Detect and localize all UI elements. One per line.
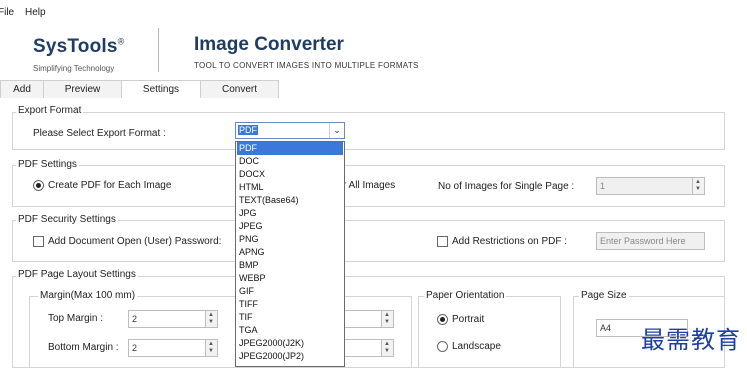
tab-add[interactable]: Add [0,80,44,98]
format-option[interactable]: TIF [237,311,343,324]
orientation-group [418,296,561,368]
open-password-label: Add Document Open (User) Password: [48,236,222,247]
portrait-label: Portrait [452,314,485,325]
format-option[interactable]: PNG [237,233,343,246]
header-divider [158,28,159,72]
format-option[interactable]: HTML [237,181,343,194]
format-option[interactable]: TEXT(Base64) [237,194,343,207]
format-option[interactable]: JPG [237,207,343,220]
app-header: SysTools® Simplifying Technology Image C… [0,24,747,76]
margin-group [29,296,412,368]
pdf-security-title: PDF Security Settings [16,214,118,225]
right-margin-stepper[interactable]: ▲ ▼ [381,310,394,328]
app-subtitle: TOOL TO CONVERT IMAGES INTO MULTIPLE FOR… [194,61,419,70]
export-format-title: Export Format [16,105,84,116]
chevron-down-icon[interactable]: ⌄ [329,123,344,138]
bottom-margin-label: Bottom Margin : [48,342,119,353]
bottom-margin-stepper[interactable]: ▲ ▼ [205,339,218,357]
tab-settings[interactable]: Settings [121,80,201,99]
export-format-select[interactable]: PDF ⌄ [235,122,345,139]
all-images-label: r All Images [343,180,396,191]
tab-bar: Add Preview Settings Convert [0,80,747,99]
pdf-settings-title: PDF Settings [16,159,79,170]
top-margin-input[interactable]: 2 [128,310,212,328]
format-option[interactable]: PDF [237,142,343,155]
brand-tagline: Simplifying Technology [33,64,115,73]
top-margin-label: Top Margin : [48,313,104,324]
format-option[interactable]: TIFF [237,298,343,311]
top-margin-stepper[interactable]: ▲ ▼ [205,310,218,328]
export-format-dropdown: PDF DOC DOCX HTML TEXT(Base64) JPG JPEG … [235,141,345,367]
format-option[interactable]: JPEG [237,220,343,233]
landscape-radio[interactable] [437,341,448,352]
orientation-title: Paper Orientation [424,290,507,301]
page-layout-title: PDF Page Layout Settings [16,269,138,280]
left-margin-stepper[interactable]: ▲ ▼ [381,339,394,357]
no-images-input[interactable]: 1 [596,177,705,195]
format-option[interactable]: WEBP [237,272,343,285]
create-each-label: Create PDF for Each Image [48,180,172,191]
open-password-checkbox[interactable] [33,236,44,247]
restrictions-label: Add Restrictions on PDF : [452,236,568,247]
app-title: Image Converter [194,34,344,56]
tab-convert[interactable]: Convert [200,80,279,98]
format-option[interactable]: JPEG2000(J2K) [237,337,343,350]
page-size-title: Page Size [579,290,629,301]
menu-help[interactable]: Help [25,7,46,18]
settings-panel: Export Format Please Select Export Forma… [0,98,747,368]
menu-bar: File Help [0,0,747,24]
format-option[interactable]: JPEG2000(JP2) [237,350,343,363]
no-images-label: No of Images for Single Page : [438,181,575,192]
export-format-value: PDF [238,125,258,135]
portrait-radio[interactable] [437,314,448,325]
brand-logo: SysTools® [33,36,125,57]
format-option[interactable]: APNG [237,246,343,259]
tab-preview[interactable]: Preview [43,80,122,98]
restrictions-password-input[interactable]: Enter Password Here [596,232,705,250]
format-option[interactable]: TGA [237,324,343,337]
no-images-stepper[interactable]: ▲ ▼ [692,177,705,195]
format-option[interactable]: BMP [237,259,343,272]
margin-title: Margin(Max 100 mm) [38,290,138,301]
create-each-radio[interactable] [33,180,44,191]
format-option[interactable]: DOC [237,155,343,168]
app-title-word-1: Image [194,34,249,55]
bottom-margin-input[interactable]: 2 [128,339,212,357]
format-option[interactable]: GIF [237,285,343,298]
watermark: 最需教育 [641,326,741,354]
export-format-label: Please Select Export Format : [33,128,166,139]
landscape-label: Landscape [452,341,501,352]
app-title-word-2: Converter [254,34,344,55]
restrictions-checkbox[interactable] [437,236,448,247]
format-option[interactable]: DOCX [237,168,343,181]
menu-file[interactable]: File [0,7,14,18]
